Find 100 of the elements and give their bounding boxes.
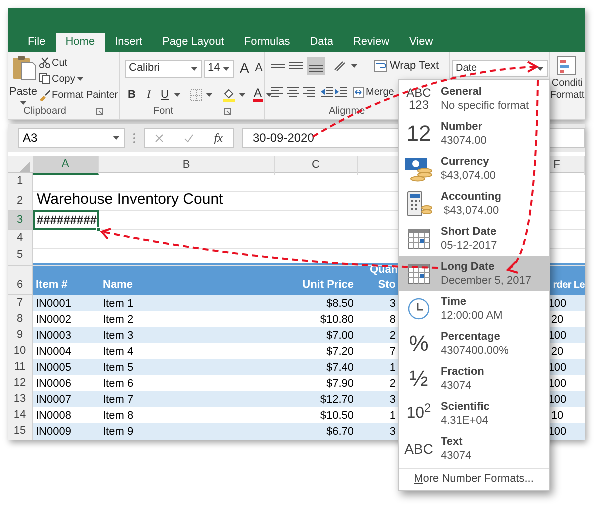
format-option[interactable]: ABC 123 General No specific format bbox=[399, 81, 549, 116]
active-cell[interactable]: ######### bbox=[33, 210, 99, 230]
wrap-text-button[interactable]: Wrap Text bbox=[374, 58, 440, 74]
caret-icon bbox=[20, 100, 27, 104]
format-painter-button[interactable]: Format Painter bbox=[39, 87, 118, 103]
table-cell-text: 3 bbox=[390, 392, 396, 408]
caret-icon bbox=[77, 77, 84, 81]
sheet-title: Warehouse Inventory Count bbox=[37, 190, 224, 210]
align-bottom-button[interactable] bbox=[307, 57, 325, 75]
format-example: 43074.00 bbox=[441, 134, 487, 148]
caret-icon bbox=[537, 66, 544, 70]
row-header[interactable]: 15 bbox=[8, 423, 33, 440]
table-cell-text: 2 bbox=[390, 328, 396, 344]
merge-button[interactable]: Merge bbox=[353, 84, 394, 100]
column-header[interactable]: C bbox=[275, 156, 358, 174]
format-example: No specific format bbox=[441, 98, 530, 112]
format-option[interactable]: Short Date 05-12-2017 bbox=[399, 221, 549, 256]
caret-icon bbox=[239, 93, 246, 98]
paintbrush-icon bbox=[39, 89, 50, 101]
caret-icon bbox=[174, 93, 181, 98]
format-option[interactable]: Accounting $43,074.00 bbox=[399, 186, 549, 221]
table-cell-text: Item 4 bbox=[103, 344, 134, 360]
format-glyph-icon: ½ bbox=[410, 366, 428, 390]
merge-cells-icon bbox=[353, 86, 364, 98]
conditional-formatting-button[interactable]: Conditi Formatt bbox=[550, 56, 585, 102]
table-cell-text: IN0006 bbox=[36, 376, 72, 392]
format-name: Accounting bbox=[441, 190, 502, 204]
caret-icon bbox=[223, 66, 230, 70]
table-cell-text: IN0001 bbox=[36, 296, 72, 312]
table-cell-text: Item 3 bbox=[103, 328, 134, 344]
copy-icon bbox=[39, 73, 50, 85]
table-cell-text: $10.50 bbox=[320, 408, 354, 424]
row-header[interactable]: 3 bbox=[8, 211, 33, 230]
cancel-icon bbox=[155, 134, 164, 142]
caret-icon bbox=[113, 136, 120, 140]
format-option[interactable]: 10$^{2}$ Scientific 4.31E+04 bbox=[399, 396, 549, 431]
paste-button[interactable]: Paste bbox=[8, 52, 39, 104]
format-option[interactable]: ½ Fraction 43074 bbox=[399, 361, 549, 396]
format-option[interactable]: Currency $43,074.00 bbox=[399, 151, 549, 186]
table-cell-text: 2 bbox=[390, 376, 396, 392]
name-box[interactable]: A3 bbox=[18, 128, 125, 148]
italic-button[interactable]: I bbox=[142, 87, 156, 104]
cut-button[interactable]: Cut bbox=[39, 55, 118, 71]
table-cell-text: 100 bbox=[548, 392, 567, 408]
ribbon-tab[interactable]: View bbox=[400, 33, 444, 52]
format-option[interactable]: Long Date December 5, 2017 bbox=[399, 256, 549, 291]
decrease-indent-icon bbox=[321, 86, 333, 98]
grow-font-button[interactable]: A bbox=[238, 58, 252, 79]
table-cell-text: IN0008 bbox=[36, 408, 72, 424]
align-right-icon bbox=[303, 86, 317, 98]
format-example: December 5, 2017 bbox=[441, 274, 532, 288]
more-formats-link[interactable]: More Number Formats... bbox=[399, 469, 549, 489]
row-header[interactable]: 6 bbox=[8, 263, 33, 295]
calendar-icon bbox=[408, 228, 430, 248]
copy-button[interactable]: Copy bbox=[39, 71, 118, 87]
format-option[interactable]: % Percentage 4307400.00% bbox=[399, 326, 549, 361]
table-cell-text: IN0007 bbox=[36, 392, 72, 408]
font-color-button[interactable]: A bbox=[253, 88, 264, 102]
format-name: General bbox=[441, 84, 483, 98]
table-cell-text: 20 bbox=[551, 344, 564, 360]
table-cell-text: 1 bbox=[390, 360, 396, 376]
table-cell-text: 3 bbox=[390, 424, 396, 440]
column-header[interactable]: B bbox=[99, 156, 275, 174]
number-format-field[interactable]: Date bbox=[452, 60, 548, 77]
shrink-font-button[interactable]: A bbox=[253, 60, 265, 77]
table-cell-text: 3 bbox=[390, 296, 396, 312]
ribbon-tab[interactable]: Insert bbox=[105, 33, 153, 52]
fill-handle[interactable] bbox=[96, 227, 101, 232]
table-cell-text: IN0003 bbox=[36, 328, 72, 344]
column-header: Name bbox=[103, 278, 133, 292]
format-name: Percentage bbox=[441, 330, 502, 344]
table-cell-text: 7 bbox=[390, 344, 396, 360]
caret-icon bbox=[351, 64, 358, 68]
bold-button[interactable]: B bbox=[125, 87, 139, 104]
row-header[interactable]: 2 bbox=[8, 189, 33, 211]
insert-function-button[interactable]: fx bbox=[214, 129, 223, 147]
ribbon-tab[interactable]: Data bbox=[300, 33, 344, 52]
dialog-launcher-icon bbox=[224, 108, 230, 115]
format-example: 4.31E+04 bbox=[441, 414, 490, 428]
table-cell-text: IN0009 bbox=[36, 424, 72, 440]
table-cell-text: $8.50 bbox=[326, 296, 354, 312]
table-cell-text: 100 bbox=[548, 296, 567, 312]
format-option[interactable]: Time 12:00:00 AM bbox=[399, 291, 549, 326]
ribbon-tab[interactable]: Review bbox=[343, 33, 400, 52]
underline-button[interactable]: U bbox=[159, 87, 171, 104]
ribbon-tab[interactable]: File bbox=[18, 33, 56, 52]
ribbon-tab[interactable]: Home bbox=[56, 33, 106, 52]
format-example: $43,074.00 bbox=[443, 204, 500, 218]
table-cell-text: Item 8 bbox=[103, 408, 134, 424]
ribbon-tab[interactable]: Page Layout bbox=[152, 33, 234, 52]
table-cell-text: 1 bbox=[390, 408, 396, 424]
table-cell-text: IN0002 bbox=[36, 312, 72, 328]
font-size-field[interactable]: 14 bbox=[204, 60, 234, 78]
table-cell-text: IN0005 bbox=[36, 360, 72, 376]
align-center-icon bbox=[287, 86, 301, 98]
font-name-field[interactable]: Calibri bbox=[125, 60, 202, 78]
column-header[interactable]: A bbox=[33, 156, 99, 174]
table-cell-text: Item 9 bbox=[103, 424, 134, 440]
row-header[interactable]: 5 bbox=[8, 247, 33, 266]
ribbon-tab[interactable]: Formulas bbox=[234, 33, 300, 52]
